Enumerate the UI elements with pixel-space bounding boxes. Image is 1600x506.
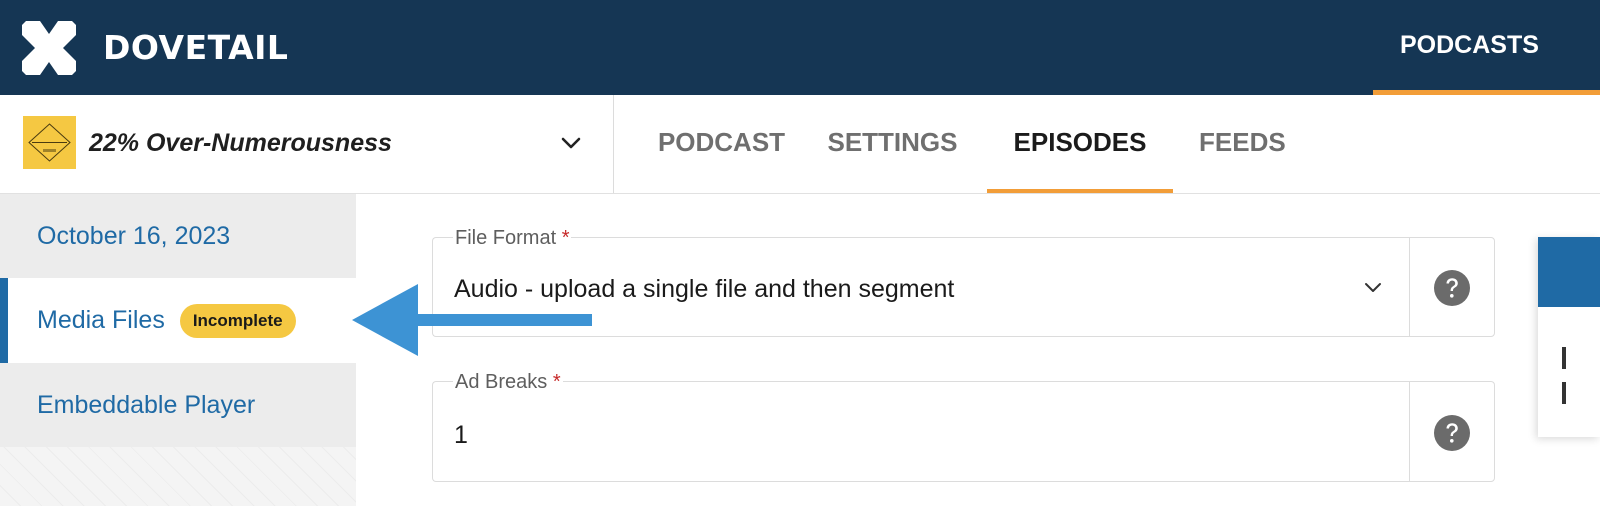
sidebar-item-media-files[interactable]: Media Files Incomplete <box>0 278 356 363</box>
file-format-help-button[interactable] <box>1409 237 1495 337</box>
ad-breaks-help-button[interactable] <box>1409 381 1495 482</box>
tab-settings[interactable]: SETTINGS <box>825 95 960 193</box>
required-mark: * <box>561 227 570 249</box>
nav-podcasts[interactable]: PODCASTS <box>1373 0 1600 95</box>
chevron-down-icon[interactable] <box>1362 276 1384 298</box>
side-panel-text-fragment <box>1562 382 1566 404</box>
tab-episodes[interactable]: EPISODES <box>987 95 1173 193</box>
podcast-cover-thumbnail-icon <box>23 116 76 169</box>
brand-name[interactable]: DOVETAIL <box>103 27 288 69</box>
sidebar-item-label: Media Files <box>37 306 165 334</box>
help-icon <box>1434 415 1470 451</box>
sidebar-item-embeddable-player[interactable]: Embeddable Player <box>0 363 356 447</box>
podcast-selector[interactable]: 22% Over-Numerousness <box>0 95 614 193</box>
app-root: DOVETAIL PODCASTS 22% Over-Numerousness … <box>0 0 1600 506</box>
tab-feeds[interactable]: FEEDS <box>1199 95 1286 193</box>
status-badge: Incomplete <box>179 303 296 338</box>
dovetail-x-logo-icon[interactable] <box>22 21 76 75</box>
sidebar-item-date[interactable]: October 16, 2023 <box>0 194 356 278</box>
help-icon <box>1434 270 1470 306</box>
tab-podcast[interactable]: PODCAST <box>643 95 800 193</box>
chevron-down-icon[interactable] <box>559 131 583 155</box>
section-tabs: PODCAST SETTINGS EPISODES FEEDS <box>614 95 1600 193</box>
podcast-name: 22% Over-Numerousness <box>89 129 392 157</box>
required-mark: * <box>552 371 561 393</box>
file-format-label: File Format * <box>453 226 572 250</box>
ad-breaks-input[interactable]: Ad Breaks * 1 <box>432 370 1410 482</box>
podcast-header: 22% Over-Numerousness PODCAST SETTINGS E… <box>0 95 1600 194</box>
nav-podcasts-label: PODCASTS <box>1400 30 1539 59</box>
ad-breaks-label: Ad Breaks * <box>453 370 563 394</box>
side-panel-card <box>1538 237 1600 437</box>
top-bar: DOVETAIL PODCASTS <box>0 0 1600 95</box>
annotation-arrow-icon <box>352 284 592 356</box>
sidebar-item-label: October 16, 2023 <box>37 221 231 250</box>
side-panel-header <box>1538 237 1600 307</box>
sidebar-item-label: Embeddable Player <box>37 390 256 419</box>
ad-breaks-value: 1 <box>454 421 468 449</box>
side-panel-text-fragment <box>1562 347 1566 369</box>
